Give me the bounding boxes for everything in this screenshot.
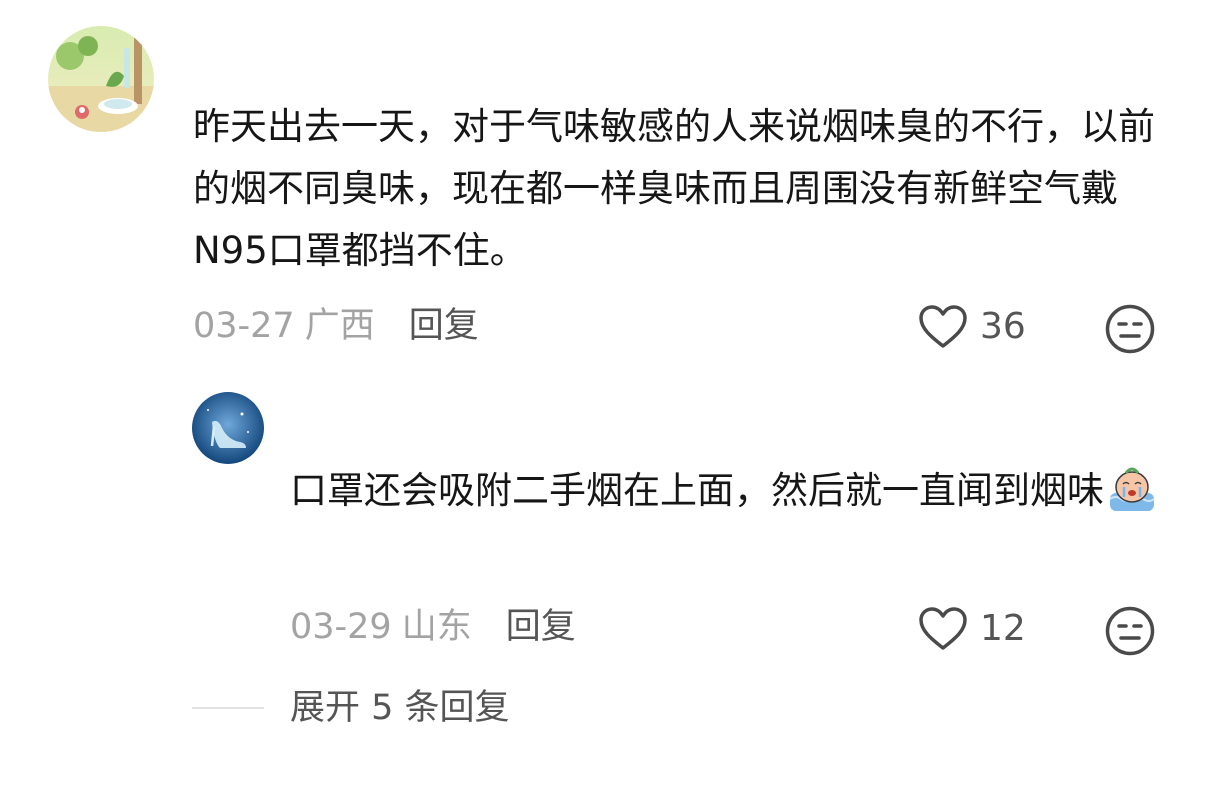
heart-outline-icon <box>919 607 967 650</box>
reply-like-button[interactable]: 12 <box>918 606 1026 652</box>
reply-button[interactable]: 回复 <box>409 304 479 348</box>
heart-outline-icon <box>919 305 967 348</box>
reply-text-content: 口罩还会吸附二手烟在上面，然后就一直闻到烟味 <box>290 469 1104 512</box>
like-button[interactable]: 36 <box>918 304 1026 350</box>
comment-meta: 03-27 广西 回复 <box>193 304 479 348</box>
crying-emoji <box>1106 465 1158 532</box>
comment-date: 03-27 <box>193 306 295 346</box>
like-count: 36 <box>980 306 1026 347</box>
expand-divider <box>192 707 264 709</box>
comment-text: 昨天出去一天，对于气味敏感的人来说烟味臭的不行，以前的烟不同臭味，现在都一样臭味… <box>193 105 1155 272</box>
expand-replies-button[interactable]: 展开 5 条回复 <box>290 686 510 730</box>
reply-dislike-button[interactable] <box>1104 605 1156 657</box>
dislike-button[interactable] <box>1104 303 1156 355</box>
commenter-avatar[interactable] <box>48 26 154 132</box>
reply-location: 山东 <box>401 607 472 647</box>
reply-text: 口罩还会吸附二手烟在上面，然后就一直闻到烟味 <box>290 460 1180 532</box>
unhappy-face-icon <box>1105 606 1155 656</box>
glass-slipper-avatar-icon <box>192 392 264 464</box>
unhappy-face-icon <box>1105 304 1155 354</box>
reply-date: 03-29 <box>290 607 392 647</box>
reply-to-reply-button[interactable]: 回复 <box>506 605 576 649</box>
landscape-avatar-icon <box>48 26 154 132</box>
reply-meta: 03-29 山东 回复 <box>290 605 576 649</box>
replier-avatar[interactable] <box>192 392 264 464</box>
reply-like-count: 12 <box>980 608 1026 649</box>
comment-location: 广西 <box>304 306 375 346</box>
